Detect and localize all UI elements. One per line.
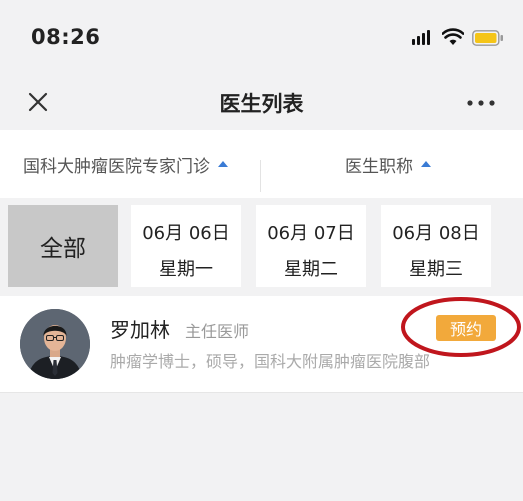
date-label: 06月 06日 — [142, 223, 230, 244]
battery-icon — [472, 30, 503, 46]
more-icon[interactable] — [467, 100, 495, 106]
wifi-icon — [442, 28, 464, 45]
doctor-photo — [20, 309, 90, 379]
date-card[interactable]: 06月 07日 星期二 — [256, 205, 366, 287]
all-dates-button[interactable]: 全部 — [8, 205, 118, 287]
cellular-signal-icon — [412, 30, 430, 45]
caret-up-icon — [421, 161, 431, 167]
status-bar: 08:26 — [0, 0, 523, 76]
filter-bar: 国科大肿瘤医院专家门诊 医生职称 — [0, 130, 523, 198]
weekday-label: 星期二 — [284, 259, 338, 280]
weekday-label: 星期一 — [159, 259, 213, 280]
status-time: 08:26 — [31, 25, 101, 49]
filter-divider — [260, 160, 261, 192]
date-label: 06月 07日 — [267, 223, 355, 244]
weekday-label: 星期三 — [409, 259, 463, 280]
book-appointment-button[interactable]: 预约 — [436, 315, 496, 341]
date-label: 06月 08日 — [392, 223, 480, 244]
row-divider — [0, 392, 523, 393]
page-title: 医生列表 — [219, 92, 304, 116]
hospital-filter-label: 国科大肿瘤医院专家门诊 — [23, 156, 210, 177]
date-card[interactable]: 06月 06日 星期一 — [131, 205, 241, 287]
caret-up-icon — [218, 161, 228, 167]
doctor-avatar — [20, 309, 90, 379]
nav-bar: 医生列表 — [0, 76, 523, 130]
rank-filter-label: 医生职称 — [345, 156, 413, 177]
doctor-description: 肿瘤学博士，硕导，国科大附属肿瘤医院腹部 — [110, 352, 431, 371]
doctor-title: 主任医师 — [185, 322, 250, 341]
doctor-name: 罗加林 — [110, 318, 170, 342]
doctor-list-item[interactable]: 罗加林 主任医师 肿瘤学博士，硕导，国科大附属肿瘤医院腹部 预约 — [0, 296, 523, 392]
date-strip: 全部 06月 06日 星期一 06月 07日 星期二 06月 08日 星期三 — [0, 198, 523, 294]
hospital-filter[interactable]: 国科大肿瘤医院专家门诊 — [23, 130, 228, 198]
date-card[interactable]: 06月 08日 星期三 — [381, 205, 491, 287]
rank-filter[interactable]: 医生职称 — [345, 130, 431, 198]
